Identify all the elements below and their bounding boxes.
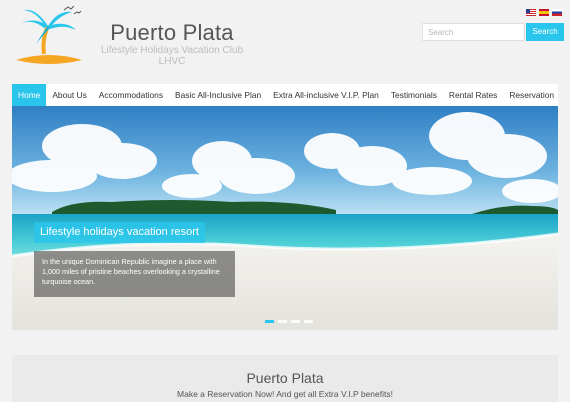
site-header: Puerto Plata Lifestyle Holidays Vacation… xyxy=(0,0,570,82)
nav-item-accommodations[interactable]: Accommodations xyxy=(93,84,169,106)
nav-item-reservation[interactable]: Reservation xyxy=(503,84,560,106)
main-navigation: Home About Us Accommodations Basic All-I… xyxy=(12,84,558,106)
nav-item-home[interactable]: Home xyxy=(12,84,47,106)
nav-item-rental-rates[interactable]: Rental Rates xyxy=(443,84,503,106)
promo-section: Puerto Plata Make a Reservation Now! And… xyxy=(12,355,558,402)
search-button[interactable]: Search xyxy=(526,23,564,41)
promo-title: Puerto Plata xyxy=(246,370,324,386)
site-subtitle: Lifestyle Holidays Vacation Club LHVC xyxy=(82,45,262,67)
hero-caption-title: Lifestyle holidays vacation resort xyxy=(34,222,205,243)
site-subtitle-line2: LHVC xyxy=(158,56,186,67)
hero-slider[interactable]: Lifestyle holidays vacation resort In th… xyxy=(12,106,558,330)
nav-item-basic-plan[interactable]: Basic All-Inclusive Plan xyxy=(169,84,267,106)
slider-dot-2[interactable] xyxy=(278,320,287,323)
hero-caption-text: In the unique Dominican Republic imagine… xyxy=(34,251,235,297)
nav-item-testimonials[interactable]: Testimonials xyxy=(385,84,443,106)
search-input[interactable] xyxy=(422,23,525,41)
nav-item-vip-plan[interactable]: Extra All-inclusive V.I.P. Plan xyxy=(267,84,385,106)
palm-tree-island-icon[interactable] xyxy=(14,4,84,66)
slider-dot-1[interactable] xyxy=(265,320,274,323)
slider-dot-4[interactable] xyxy=(304,320,313,323)
us-flag-icon[interactable] xyxy=(526,9,536,16)
spain-flag-icon[interactable] xyxy=(539,9,549,16)
slider-indicators xyxy=(265,320,313,323)
site-title[interactable]: Puerto Plata xyxy=(86,20,258,46)
nav-item-about-us[interactable]: About Us xyxy=(46,84,92,106)
site-subtitle-line1: Lifestyle Holidays Vacation Club xyxy=(100,45,244,56)
promo-subtitle: Make a Reservation Now! And get all Extr… xyxy=(177,389,393,399)
slider-dot-3[interactable] xyxy=(291,320,300,323)
russia-flag-icon[interactable] xyxy=(552,9,562,16)
language-switcher xyxy=(526,9,562,16)
